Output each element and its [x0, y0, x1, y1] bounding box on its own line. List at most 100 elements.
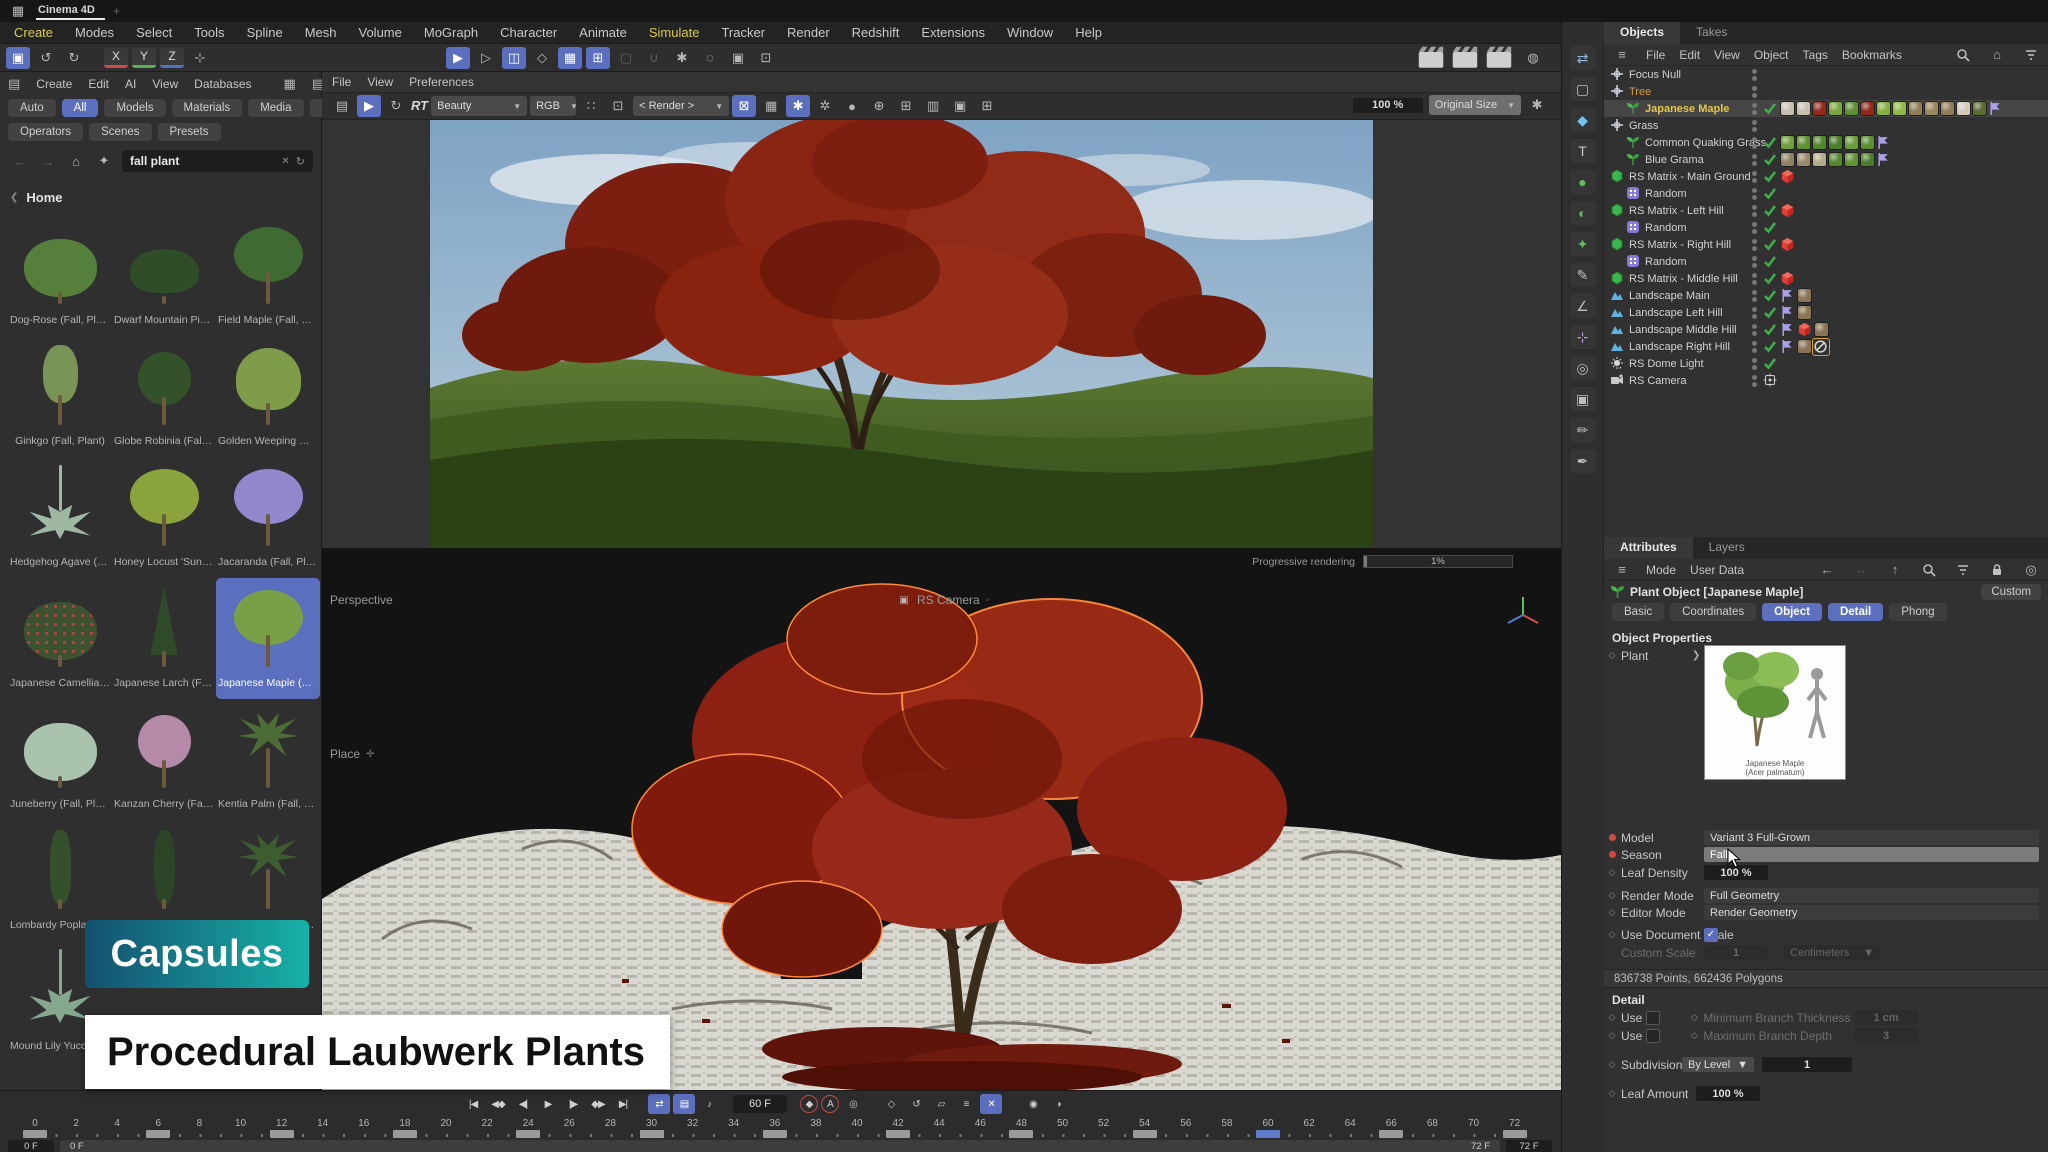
object-row[interactable]: RS Matrix - Main Ground — [1604, 168, 2048, 185]
cube-icon[interactable]: ◆ — [1570, 108, 1596, 132]
keyframe-marker[interactable] — [516, 1130, 540, 1138]
doc-mode-toggle[interactable]: ▤ — [673, 1094, 695, 1114]
editor-mode-dropdown[interactable]: Render Geometry — [1704, 905, 2039, 920]
zoom-mode-dropdown[interactable]: Original Size▼ — [1429, 95, 1521, 115]
asset-menu-create[interactable]: Create — [36, 77, 72, 91]
text-icon[interactable]: T — [1570, 139, 1596, 163]
menu-create[interactable]: Create — [14, 25, 53, 40]
gear-icon[interactable]: ✱ — [1527, 95, 1547, 115]
material-tag[interactable] — [1892, 101, 1907, 116]
asset-item[interactable]: Juneberry (Fall, Plant) — [8, 699, 112, 820]
solo-on-button[interactable]: ◑ — [1047, 1094, 1069, 1114]
snapshot-icon[interactable]: ✱ — [786, 95, 810, 117]
asset-item[interactable]: Honey Locust 'Sunbur... — [112, 457, 216, 578]
asset-item[interactable]: Globe Robinia (Fall, Pl... — [112, 336, 216, 457]
range-start-field[interactable]: 0 F — [8, 1140, 54, 1152]
keyframe-marker[interactable] — [1009, 1130, 1033, 1138]
filter-models[interactable]: Models — [104, 99, 165, 117]
lock-icon[interactable]: ⊠ — [732, 95, 756, 117]
attr-tab-phong[interactable]: Phong — [1889, 603, 1946, 621]
new-tab-button[interactable]: + — [113, 4, 120, 18]
record-parameter-toggle[interactable]: ≡ — [955, 1094, 977, 1114]
material-tag[interactable] — [1780, 101, 1795, 116]
compositing-tag-icon[interactable] — [1813, 339, 1829, 355]
keyframe-marker[interactable] — [270, 1130, 294, 1138]
keyframe-marker[interactable] — [886, 1130, 910, 1138]
material-tag[interactable] — [1924, 101, 1939, 116]
object-menu-view[interactable]: View — [1714, 48, 1740, 62]
visibility-dots[interactable] — [1752, 273, 1757, 285]
dynamics-icon[interactable]: ◇ — [530, 47, 554, 69]
next-frame-button[interactable]: |▶ — [562, 1094, 584, 1114]
object-row[interactable]: RS Dome Light — [1604, 355, 2048, 372]
prev-frame-button[interactable]: ◀| — [512, 1094, 534, 1114]
back-icon[interactable]: ← — [10, 151, 30, 171]
simulate-play-icon[interactable]: ▶ — [446, 47, 470, 69]
forward-icon[interactable]: → — [38, 151, 58, 171]
asset-item[interactable]: Hedgehog Agave (Fall... — [8, 457, 112, 578]
object-row[interactable]: Grass — [1604, 117, 2048, 134]
keyframe-marker[interactable] — [640, 1130, 664, 1138]
subdivision-field[interactable]: 1 — [1762, 1057, 1852, 1072]
filter-presets[interactable]: Presets — [158, 123, 221, 141]
render-picture-viewer-icon[interactable] — [1451, 47, 1479, 69]
menu-spline[interactable]: Spline — [247, 25, 283, 40]
record-pla-toggle[interactable]: ✕ — [980, 1094, 1002, 1114]
asset-menu-databases[interactable]: Databases — [194, 77, 251, 91]
filter-operators[interactable]: Operators — [8, 123, 83, 141]
focus-target-icon[interactable]: ⊕ — [867, 95, 891, 117]
material-tag[interactable] — [1780, 135, 1795, 150]
record-rotation-toggle[interactable]: ▱ — [930, 1094, 952, 1114]
enable-check-icon[interactable] — [1763, 237, 1778, 252]
attribute-menu-user-data[interactable]: User Data — [1690, 563, 1744, 577]
enable-check-icon[interactable] — [1763, 288, 1778, 303]
material-tag[interactable] — [1972, 101, 1987, 116]
object-menu-bookmarks[interactable]: Bookmarks — [1842, 48, 1902, 62]
custom-scale-field[interactable]: 1 — [1704, 945, 1768, 960]
attr-tab-object[interactable]: Object — [1762, 603, 1822, 621]
asset-item[interactable]: Dog-Rose (Fall, Plant) — [8, 215, 112, 336]
visibility-dots[interactable] — [1752, 358, 1757, 370]
sound-toggle[interactable]: ♪ — [698, 1094, 720, 1114]
grid-snap-icon[interactable]: ▦ — [558, 47, 582, 69]
object-row[interactable]: Landscape Right Hill — [1604, 338, 2048, 355]
material-tag[interactable] — [1860, 152, 1875, 167]
axis-tool-icon[interactable]: ⊹ — [188, 47, 212, 69]
object-row[interactable]: Blue Grama — [1604, 151, 2048, 168]
model-dropdown[interactable]: Variant 3 Full-Grown — [1704, 830, 2039, 845]
snap-settings-icon[interactable]: ✱ — [670, 47, 694, 69]
next-key-button[interactable]: ◆▶ — [587, 1094, 609, 1114]
spline-pen-icon[interactable]: ✎ — [1570, 263, 1596, 287]
filmstrip-icon[interactable]: ▤ — [330, 95, 354, 117]
render-mode-dropdown[interactable]: Full Geometry — [1704, 888, 2039, 903]
filter-materials[interactable]: Materials — [172, 99, 243, 117]
asset-item[interactable]: Japanese Maple (Fall, ... — [216, 578, 320, 699]
crop-icon[interactable]: ⊡ — [606, 95, 630, 117]
asset-item[interactable]: Kentia Palm (Fall, Plant) — [216, 699, 320, 820]
filter-icon[interactable] — [1953, 560, 1973, 580]
field-icon[interactable]: ✦ — [1570, 232, 1596, 256]
keyframe-marker[interactable] — [1379, 1130, 1403, 1138]
enable-check-icon[interactable] — [1763, 203, 1778, 218]
render-canvas[interactable]: 100 % Original Size▼ ✱ — [322, 120, 1561, 548]
material-tag[interactable] — [1828, 101, 1843, 116]
object-row[interactable]: Landscape Main — [1604, 287, 2048, 304]
asset-item[interactable]: Field Maple (Fall, Plant) — [216, 215, 320, 336]
custom-button[interactable]: Custom — [1981, 584, 2041, 600]
object-menu-edit[interactable]: Edit — [1679, 48, 1700, 62]
visibility-dots[interactable] — [1752, 222, 1757, 234]
jump-end-button[interactable]: ▶| — [612, 1094, 634, 1114]
region-target-icon[interactable]: ⊞ — [894, 95, 918, 117]
material-tag[interactable] — [1956, 101, 1971, 116]
camera-menu-icon[interactable]: ◦ — [986, 595, 990, 606]
magnet-icon[interactable]: ∪ — [642, 47, 666, 69]
material-tag[interactable] — [1812, 152, 1827, 167]
enable-check-icon[interactable] — [1763, 135, 1778, 150]
asset-item[interactable]: Ginkgo (Fall, Plant) — [8, 336, 112, 457]
up-icon[interactable]: ↑ — [1885, 560, 1905, 580]
tool-label[interactable]: Place ✛ — [330, 747, 374, 761]
volume-icon[interactable]: ◎ — [1570, 356, 1596, 380]
keyframe-marker[interactable] — [23, 1130, 47, 1138]
object-row[interactable]: Common Quaking Grass — [1604, 134, 2048, 151]
render-settings-icon[interactable] — [1485, 47, 1513, 69]
